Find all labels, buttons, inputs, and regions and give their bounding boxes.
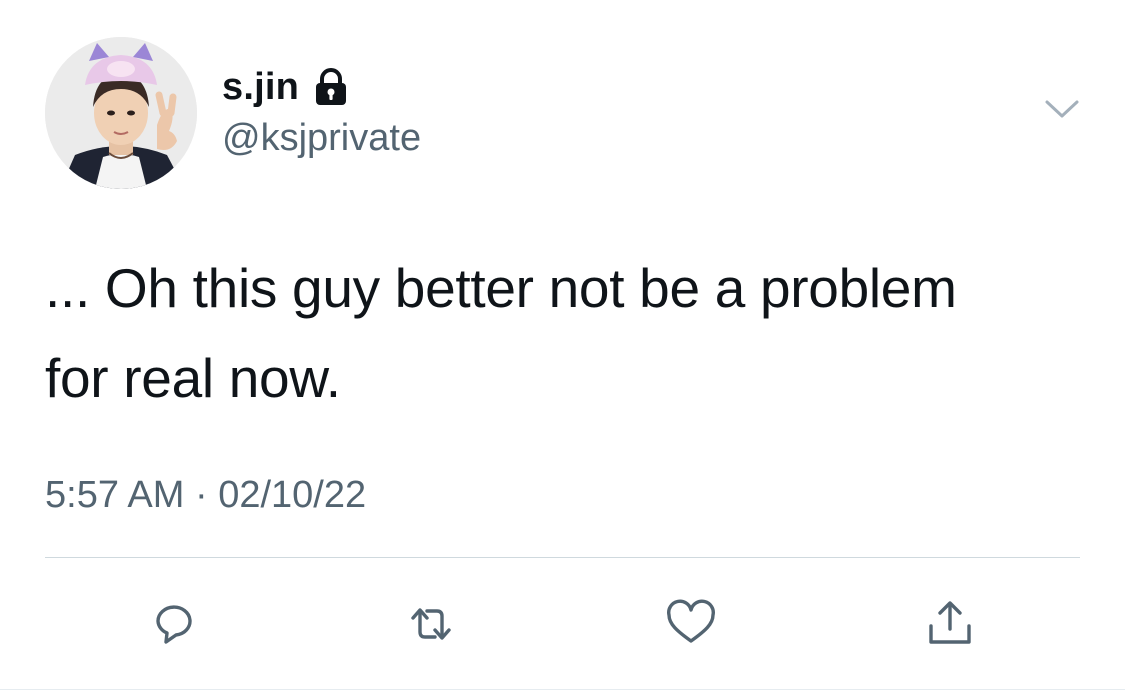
reply-button[interactable] [146, 596, 202, 652]
like-icon [667, 599, 715, 643]
tweet-card: s.jin @ksjprivate ... Oh this guy better… [0, 0, 1125, 691]
divider [45, 557, 1080, 558]
lock-icon [311, 67, 351, 107]
tweet-text: ... Oh this guy better not be a problem … [45, 243, 1085, 423]
retweet-icon [411, 608, 451, 640]
user-handle[interactable]: @ksjprivate [222, 117, 421, 160]
reply-icon [156, 605, 192, 644]
retweet-button[interactable] [403, 596, 459, 652]
user-name-row: s.jin [222, 62, 351, 112]
avatar[interactable] [45, 37, 197, 189]
display-name[interactable]: s.jin [222, 66, 299, 109]
bottom-divider [0, 689, 1125, 690]
avatar-image [45, 37, 197, 189]
like-button[interactable] [663, 596, 719, 652]
tweet-text-line: for real now. [45, 347, 341, 409]
tweet-timestamp[interactable]: 5:57 AM · 02/10/22 [45, 474, 366, 517]
share-button[interactable] [922, 596, 978, 652]
tweet-text-line: ... Oh this guy better not be a problem [45, 257, 957, 319]
chevron-down-icon[interactable] [1042, 96, 1082, 124]
share-icon [929, 601, 971, 644]
